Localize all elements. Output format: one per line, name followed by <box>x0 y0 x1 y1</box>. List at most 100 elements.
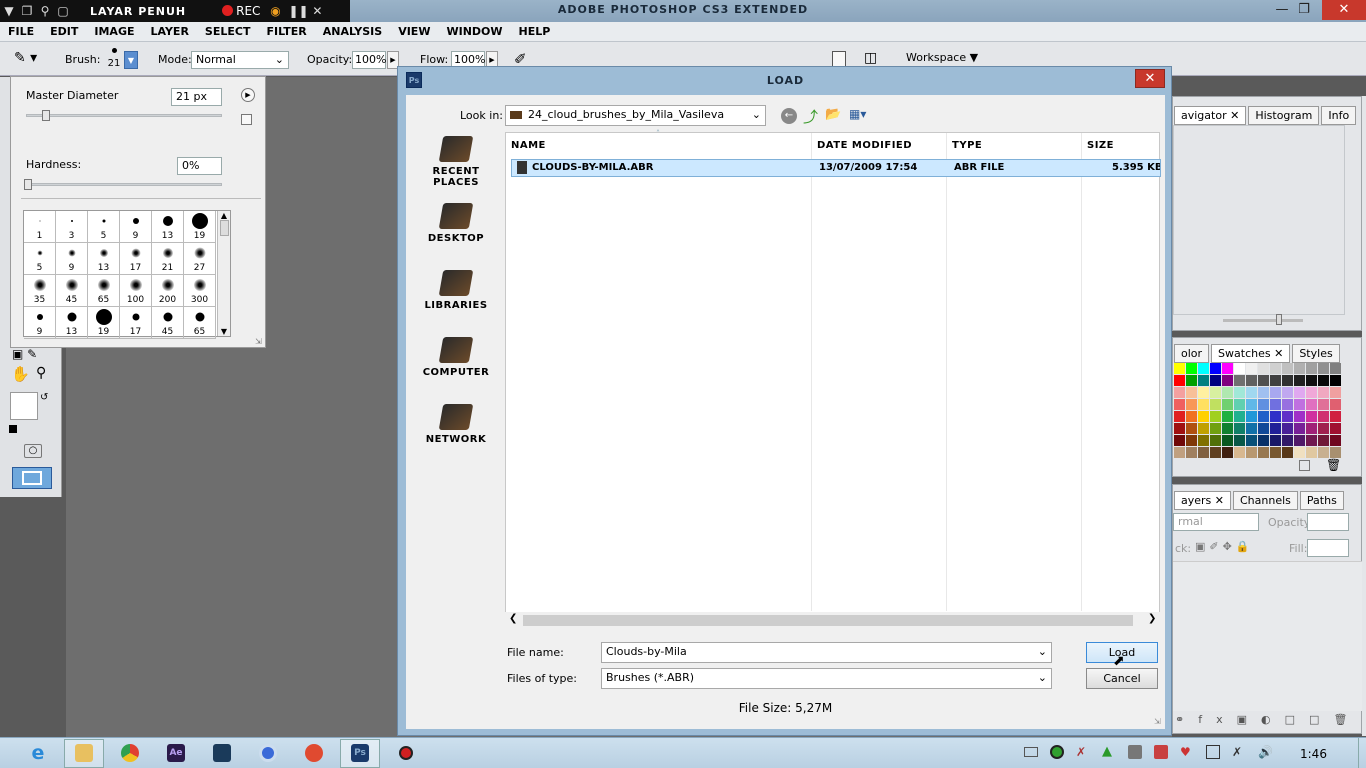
color-swatch[interactable] <box>1222 435 1233 446</box>
taskbar-app5[interactable] <box>202 739 242 768</box>
fx-icon[interactable]: fx <box>1198 713 1236 726</box>
taskbar-ie[interactable]: e <box>18 739 58 768</box>
zoom-tool-icon[interactable]: ⚲ <box>36 365 46 381</box>
brush-preset[interactable]: 35 <box>24 275 56 307</box>
color-swatch[interactable] <box>1210 423 1221 434</box>
color-swatch[interactable] <box>1258 363 1269 374</box>
color-swatch[interactable] <box>1174 447 1185 458</box>
palette-well-icon[interactable] <box>832 51 846 67</box>
color-swatch[interactable] <box>1186 399 1197 410</box>
scroll-up-icon[interactable]: ▲ <box>218 211 230 220</box>
color-swatch[interactable] <box>1270 375 1281 386</box>
color-swatch[interactable] <box>1210 363 1221 374</box>
files-of-type-select[interactable]: Brushes (*.ABR) ⌄ <box>601 668 1052 689</box>
color-swatch[interactable] <box>1186 387 1197 398</box>
color-swatch[interactable] <box>1174 399 1185 410</box>
hand-tool-icon[interactable]: ✋ <box>11 365 30 383</box>
show-desktop-button[interactable] <box>1358 738 1366 768</box>
color-swatch[interactable] <box>1294 363 1305 374</box>
brush-preset[interactable]: 17 <box>120 307 152 339</box>
brush-presets-scrollbar[interactable]: ▲ ▼ <box>217 211 230 336</box>
color-swatch[interactable] <box>1234 387 1245 398</box>
color-swatch[interactable] <box>1222 375 1233 386</box>
close-button[interactable]: ✕ <box>1322 0 1366 20</box>
menu-edit[interactable]: EDIT <box>50 25 78 38</box>
color-swatch[interactable] <box>1174 423 1185 434</box>
color-swatch[interactable] <box>1306 399 1317 410</box>
brush-picker-button[interactable]: ▼ <box>124 51 138 69</box>
color-swatch[interactable] <box>1174 411 1185 422</box>
color-swatch[interactable] <box>1306 447 1317 458</box>
color-swatch[interactable] <box>1258 375 1269 386</box>
view-menu-icon[interactable]: ▦▾ <box>849 107 866 121</box>
brush-preset[interactable]: 200 <box>152 275 184 307</box>
color-swatch[interactable] <box>1234 447 1245 458</box>
color-swatch[interactable] <box>1318 399 1329 410</box>
color-swatch[interactable] <box>1282 375 1293 386</box>
color-swatch[interactable] <box>1306 423 1317 434</box>
lock-icons[interactable]: ▣✐✥🔒 <box>1195 540 1254 553</box>
color-swatch[interactable] <box>1198 363 1209 374</box>
new-swatch-icon[interactable] <box>1299 460 1310 471</box>
brush-preset[interactable]: 45 <box>56 275 88 307</box>
antivirus-icon[interactable]: ♥ <box>1180 745 1194 759</box>
color-swatch[interactable] <box>1270 387 1281 398</box>
color-swatch[interactable] <box>1318 435 1329 446</box>
look-in-select[interactable]: 24_cloud_brushes_by_Mila_Vasileva ⌄ <box>505 105 766 126</box>
color-swatch[interactable] <box>1210 435 1221 446</box>
color-swatch[interactable] <box>1198 423 1209 434</box>
menu-help[interactable]: HELP <box>519 25 551 38</box>
new-folder-icon[interactable]: 📂 <box>825 107 841 122</box>
color-swatch[interactable] <box>1282 447 1293 458</box>
color-swatch[interactable] <box>1234 363 1245 374</box>
opacity-field[interactable]: 100% <box>352 51 386 69</box>
color-swatch[interactable] <box>1270 411 1281 422</box>
color-swatch[interactable] <box>1318 387 1329 398</box>
scroll-thumb[interactable] <box>523 615 1133 626</box>
brush-preset[interactable]: 19 <box>184 211 216 243</box>
column-type[interactable]: TYPE <box>947 135 1081 157</box>
new-preset-icon[interactable] <box>241 114 252 125</box>
brush-preset[interactable]: 13 <box>152 211 184 243</box>
color-swatch[interactable] <box>1330 423 1341 434</box>
scroll-thumb[interactable] <box>219 220 229 236</box>
cancel-button[interactable]: Cancel <box>1086 668 1158 689</box>
color-swatch[interactable] <box>1306 435 1317 446</box>
color-swatch[interactable] <box>1294 375 1305 386</box>
color-swatch[interactable] <box>1186 447 1197 458</box>
brush-options-menu-button[interactable]: ▶ <box>241 88 255 102</box>
color-swatch[interactable] <box>1258 399 1269 410</box>
file-row[interactable]: CLOUDS-BY-MILA.ABR 13/07/2009 17:54 ABR … <box>511 159 1161 177</box>
color-swatch[interactable] <box>1294 435 1305 446</box>
network-status-icon[interactable] <box>1050 745 1064 759</box>
menu-file[interactable]: FILE <box>8 25 34 38</box>
clock[interactable]: 1:46 <box>1300 747 1327 761</box>
color-swatch[interactable] <box>1210 387 1221 398</box>
folder-icon[interactable]: □ <box>1285 713 1309 726</box>
mode-select[interactable]: Normal ⌄ <box>191 51 289 69</box>
color-swatch[interactable] <box>1210 411 1221 422</box>
tool-preset-picker[interactable]: ✎ ▾ <box>14 50 50 68</box>
color-swatch[interactable] <box>1330 375 1341 386</box>
color-swatch[interactable] <box>1174 363 1185 374</box>
color-swatch[interactable] <box>1258 411 1269 422</box>
color-swatch[interactable] <box>1234 435 1245 446</box>
color-swatch[interactable] <box>1330 399 1341 410</box>
color-swatch[interactable] <box>1234 375 1245 386</box>
color-swatch[interactable] <box>1330 363 1341 374</box>
brush-preset[interactable]: 9 <box>24 307 56 339</box>
tab-layers[interactable]: ayers ✕ <box>1174 491 1231 510</box>
volume-icon[interactable]: 🔊 <box>1258 745 1273 759</box>
file-name-input[interactable]: Clouds-by-Mila ⌄ <box>601 642 1052 663</box>
horizontal-scrollbar[interactable]: ❮ ❯ <box>505 612 1160 629</box>
brush-preset[interactable]: 19 <box>88 307 120 339</box>
brush-preset[interactable]: 17 <box>120 243 152 275</box>
brush-preset[interactable]: 13 <box>88 243 120 275</box>
color-swatch[interactable] <box>1198 387 1209 398</box>
brush-preset[interactable]: 65 <box>184 307 216 339</box>
region-icon[interactable]: ▢ <box>54 3 72 19</box>
color-swatch[interactable] <box>1174 375 1185 386</box>
scroll-left-icon[interactable]: ❮ <box>509 613 517 624</box>
brush-preset[interactable]: 5 <box>88 211 120 243</box>
color-swatch[interactable] <box>1174 387 1185 398</box>
